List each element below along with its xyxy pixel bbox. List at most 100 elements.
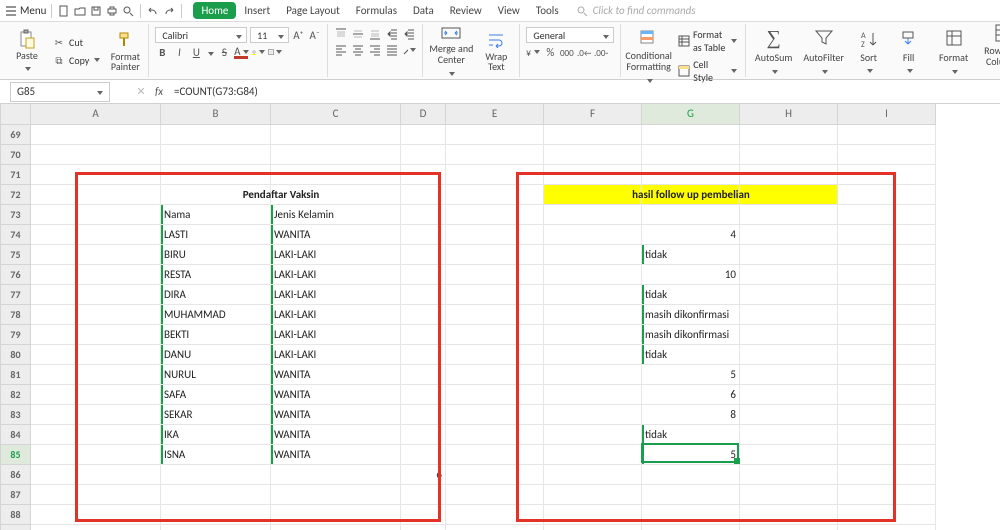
cell-I85[interactable] xyxy=(838,444,936,464)
row-header-83[interactable]: 83 xyxy=(1,404,31,424)
cell-C70[interactable] xyxy=(271,144,401,164)
cell-D72[interactable] xyxy=(401,184,446,204)
cell-H82[interactable] xyxy=(740,384,838,404)
spreadsheet-grid[interactable]: ABCDEFGHI69707172Pendaftar Vaksinhasil f… xyxy=(0,104,1000,530)
align-right-icon[interactable] xyxy=(368,43,382,57)
cell-C87[interactable] xyxy=(271,484,401,504)
cell-E74[interactable] xyxy=(446,224,544,244)
underline-dropdown[interactable] xyxy=(206,46,214,59)
cell-G81[interactable]: 5 xyxy=(642,364,740,384)
cell-G84[interactable]: tidak xyxy=(642,424,740,444)
command-search[interactable]: Click to find commands xyxy=(575,4,696,18)
tab-review[interactable]: Review xyxy=(442,2,490,19)
col-header-A[interactable]: A xyxy=(31,104,161,124)
cell-H87[interactable] xyxy=(740,484,838,504)
cell-E80[interactable] xyxy=(446,344,544,364)
align-middle-icon[interactable] xyxy=(351,27,365,41)
cell-H81[interactable] xyxy=(740,364,838,384)
menu-label[interactable]: Menu xyxy=(20,4,46,17)
cell-I87[interactable] xyxy=(838,484,936,504)
cell-I78[interactable] xyxy=(838,304,936,324)
cell-A79[interactable] xyxy=(31,324,161,344)
cell-G80[interactable]: tidak xyxy=(642,344,740,364)
cell-I86[interactable] xyxy=(838,464,936,484)
cell-H83[interactable] xyxy=(740,404,838,424)
cell-I88[interactable] xyxy=(838,504,936,524)
cell-E89[interactable] xyxy=(446,524,544,530)
cell-G87[interactable] xyxy=(642,484,740,504)
cell-C89[interactable] xyxy=(271,524,401,530)
cell-D84[interactable] xyxy=(401,424,446,444)
cell-A70[interactable] xyxy=(31,144,161,164)
cell-F80[interactable] xyxy=(544,344,642,364)
cell-I79[interactable] xyxy=(838,324,936,344)
cell-G75[interactable]: tidak xyxy=(642,244,740,264)
col-header-D[interactable]: D xyxy=(401,104,446,124)
row-header-85[interactable]: 85 xyxy=(1,444,31,464)
cell-I74[interactable] xyxy=(838,224,936,244)
tab-page-layout[interactable]: Page Layout xyxy=(278,2,348,19)
number-format-select[interactable]: General xyxy=(526,27,614,43)
cell-I81[interactable] xyxy=(838,364,936,384)
wrap-text-button[interactable]: Wrap Text xyxy=(477,25,515,77)
cell-A83[interactable] xyxy=(31,404,161,424)
decrease-decimal-icon[interactable]: .00→ xyxy=(594,45,608,59)
row-header-70[interactable]: 70 xyxy=(1,144,31,164)
row-header-87[interactable]: 87 xyxy=(1,484,31,504)
open-icon[interactable] xyxy=(73,4,87,18)
thousands-icon[interactable]: 000 xyxy=(560,45,574,59)
cell-G78[interactable]: masih dikonfirmasi xyxy=(642,304,740,324)
cell-A78[interactable] xyxy=(31,304,161,324)
cell-H86[interactable] xyxy=(740,464,838,484)
cell-E82[interactable] xyxy=(446,384,544,404)
cell-C81[interactable]: WANITA xyxy=(271,364,401,384)
increase-decimal-icon[interactable]: .0← xyxy=(577,45,591,59)
row-header-76[interactable]: 76 xyxy=(1,264,31,284)
cell-A81[interactable] xyxy=(31,364,161,384)
cell-D80[interactable] xyxy=(401,344,446,364)
cell-H69[interactable] xyxy=(740,124,838,144)
cell-A76[interactable] xyxy=(31,264,161,284)
cell-D69[interactable] xyxy=(401,124,446,144)
cell-G71[interactable] xyxy=(642,164,740,184)
name-box[interactable]: G85 xyxy=(10,82,110,102)
conditional-formatting-button[interactable]: Conditional Formatting xyxy=(625,30,672,82)
row-header-72[interactable]: 72 xyxy=(1,184,31,204)
cell-B73[interactable]: Nama xyxy=(161,204,271,224)
col-header-C[interactable]: C xyxy=(271,104,401,124)
cell-E81[interactable] xyxy=(446,364,544,384)
cell-I73[interactable] xyxy=(838,204,936,224)
cell-G69[interactable] xyxy=(642,124,740,144)
cell-G86[interactable] xyxy=(642,464,740,484)
cell-F82[interactable] xyxy=(544,384,642,404)
cell-G85[interactable]: 5 xyxy=(642,444,740,464)
row-header-89[interactable]: 89 xyxy=(1,524,31,530)
cell-E79[interactable] xyxy=(446,324,544,344)
fill-color-icon[interactable] xyxy=(251,45,265,59)
save-icon[interactable] xyxy=(89,4,103,18)
cell-H75[interactable] xyxy=(740,244,838,264)
increase-font-icon[interactable]: A⁺ xyxy=(292,28,305,42)
cell-E70[interactable] xyxy=(446,144,544,164)
cell-C69[interactable] xyxy=(271,124,401,144)
cell-F89[interactable] xyxy=(544,524,642,530)
cancel-formula-icon[interactable]: ✕ xyxy=(134,85,148,99)
undo-icon[interactable] xyxy=(146,4,160,18)
cell-G74[interactable]: 4 xyxy=(642,224,740,244)
italic-icon[interactable]: I xyxy=(172,45,186,59)
cell-F88[interactable] xyxy=(544,504,642,524)
cell-F84[interactable] xyxy=(544,424,642,444)
justify-icon[interactable] xyxy=(385,43,399,57)
col-header-B[interactable]: B xyxy=(161,104,271,124)
sort-button[interactable]: AZ Sort xyxy=(850,25,888,77)
cell-H84[interactable] xyxy=(740,424,838,444)
tab-data[interactable]: Data xyxy=(405,2,442,19)
redo-icon[interactable] xyxy=(162,4,176,18)
cell-B74[interactable]: LASTI xyxy=(161,224,271,244)
cell-B86[interactable] xyxy=(161,464,271,484)
cell-E85[interactable] xyxy=(446,444,544,464)
cell-C76[interactable]: LAKI-LAKI xyxy=(271,264,401,284)
cell-I80[interactable] xyxy=(838,344,936,364)
cell-E71[interactable] xyxy=(446,164,544,184)
cell-F85[interactable] xyxy=(544,444,642,464)
